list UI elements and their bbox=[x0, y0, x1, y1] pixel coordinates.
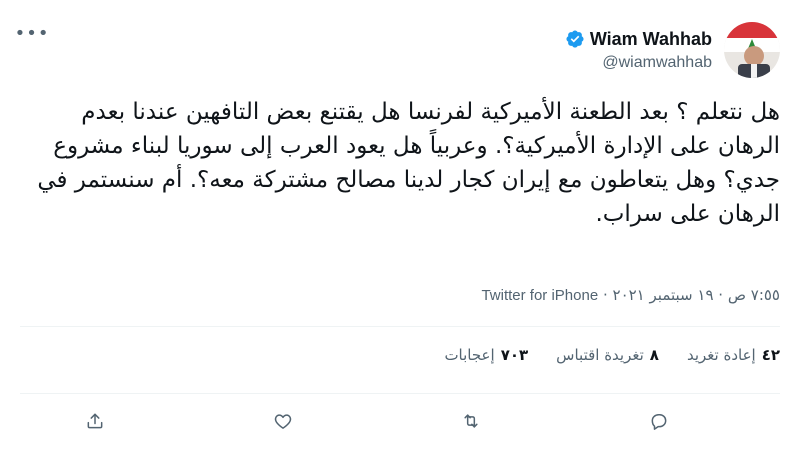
share-icon bbox=[87, 413, 103, 429]
author-names: Wiam Wahhab @wiamwahhab bbox=[565, 29, 712, 72]
tweet-date[interactable]: ١٩ سبتمبر ٢٠٢١ bbox=[613, 286, 714, 304]
tweet-source[interactable]: Twitter for iPhone bbox=[481, 287, 598, 304]
tweet-time[interactable]: ٧:٥٥ ص bbox=[728, 286, 780, 304]
ellipsis-icon: ••• bbox=[14, 22, 50, 44]
tweet-actions bbox=[20, 408, 780, 434]
meta-separator: · bbox=[718, 286, 724, 304]
tweet-stats: ٤٢ إعادة تغريد ٨ تغريدة اقتباس ٧٠٣ إعجاب… bbox=[444, 346, 780, 364]
verified-badge-icon bbox=[566, 30, 584, 48]
divider bbox=[20, 393, 780, 394]
likes-stat[interactable]: ٧٠٣ إعجابات bbox=[444, 346, 528, 364]
like-icon bbox=[274, 414, 292, 429]
stat-label: تغريدة اقتباس bbox=[556, 346, 644, 364]
tweet-card: ••• Wiam Wahhab @wiamwahhab هل نتعلم ؟ ب… bbox=[0, 0, 800, 450]
divider bbox=[20, 326, 780, 327]
display-name-row[interactable]: Wiam Wahhab bbox=[565, 29, 712, 50]
avatar-photo-icon bbox=[724, 22, 780, 78]
stat-number: ٨ bbox=[649, 346, 659, 364]
author-display-name: Wiam Wahhab bbox=[589, 28, 712, 49]
reply-icon bbox=[651, 414, 667, 430]
tweet-header: Wiam Wahhab @wiamwahhab bbox=[565, 22, 780, 78]
author-handle[interactable]: @wiamwahhab bbox=[565, 54, 712, 72]
meta-separator: · bbox=[602, 286, 608, 304]
share-button[interactable] bbox=[82, 408, 108, 434]
stat-number: ٤٢ bbox=[761, 346, 780, 364]
retweet-icon bbox=[464, 414, 478, 428]
tweet-text: هل نتعلم ؟ بعد الطعنة الأميركية لفرنسا ه… bbox=[30, 99, 780, 227]
reply-button[interactable] bbox=[646, 408, 672, 434]
stat-label: إعادة تغريد bbox=[686, 346, 756, 364]
tweet-meta: ٧:٥٥ ص · ١٩ سبتمبر ٢٠٢١ · Twitter for iP… bbox=[481, 286, 780, 304]
avatar[interactable] bbox=[724, 22, 780, 78]
like-button[interactable] bbox=[270, 408, 296, 434]
stat-label: إعجابات bbox=[444, 346, 495, 364]
stat-number: ٧٠٣ bbox=[500, 346, 529, 364]
more-options-button[interactable]: ••• bbox=[15, 23, 49, 44]
quote-tweets-stat[interactable]: ٨ تغريدة اقتباس bbox=[556, 346, 659, 364]
retweet-button[interactable] bbox=[458, 408, 484, 434]
retweets-stat[interactable]: ٤٢ إعادة تغريد bbox=[687, 346, 780, 364]
